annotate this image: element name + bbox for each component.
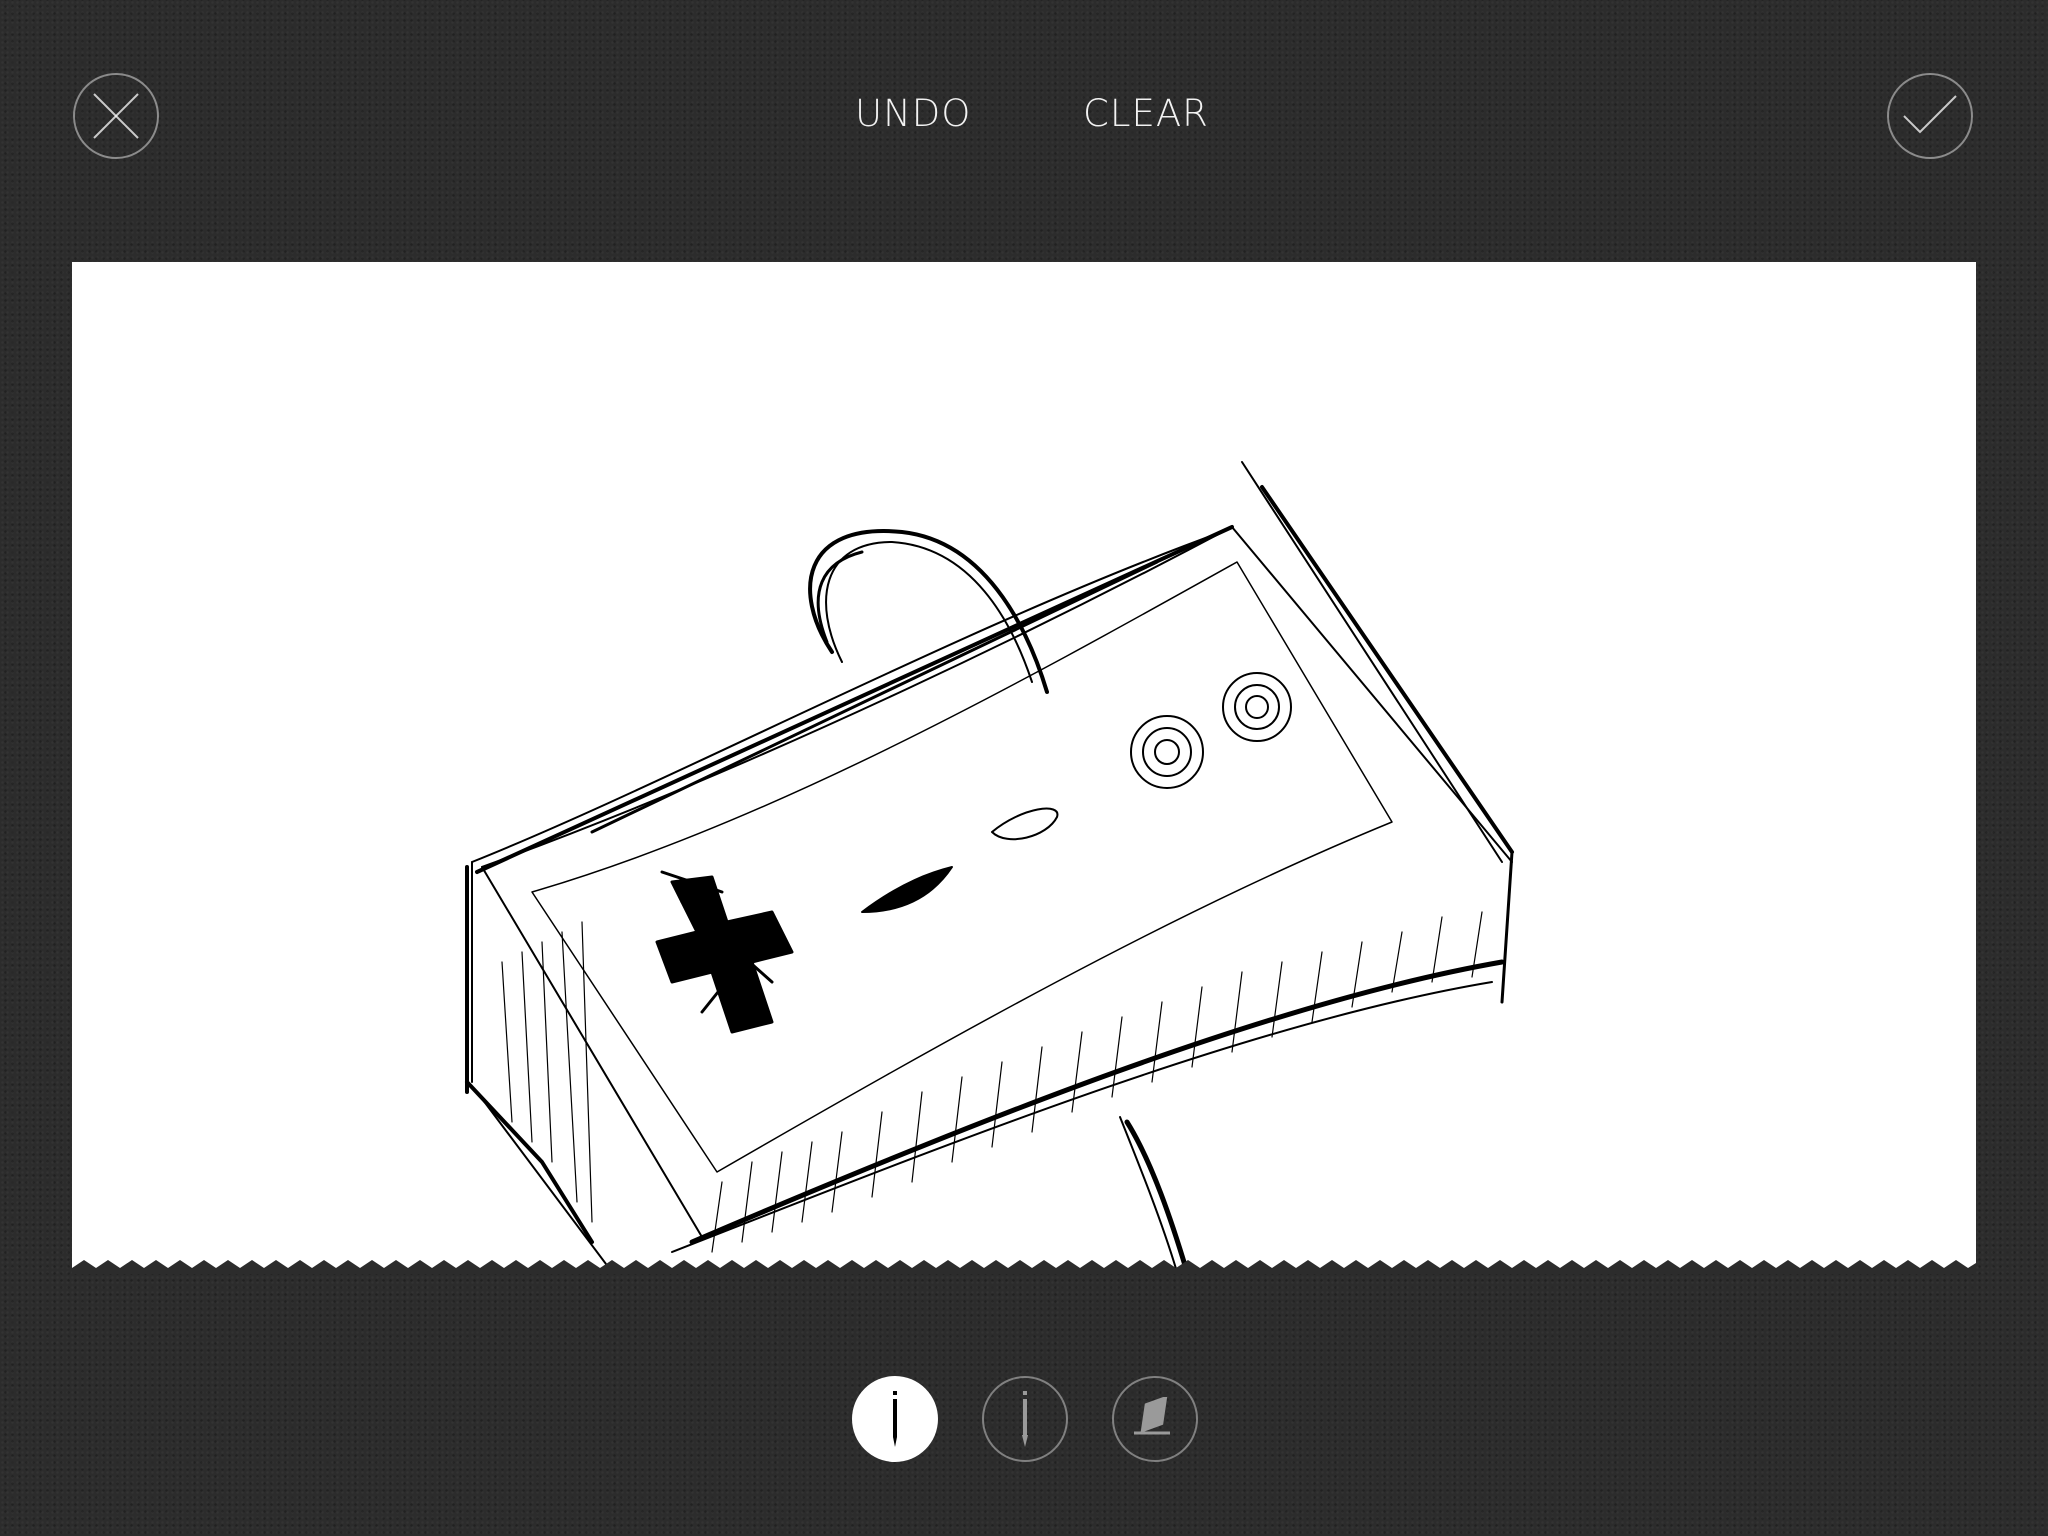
undo-button[interactable]: UNDO — [855, 92, 971, 135]
sketch-drawing — [465, 461, 1514, 1272]
eraser-icon — [1134, 1397, 1170, 1435]
paper-torn-edge — [72, 1260, 1976, 1274]
drawing-canvas[interactable] — [72, 262, 1976, 1272]
eraser-tool-button[interactable] — [1112, 1376, 1198, 1462]
pen-tool-button[interactable] — [852, 1376, 938, 1462]
pen-icon — [893, 1391, 897, 1447]
pencil-icon — [1022, 1391, 1028, 1447]
close-x-icon — [93, 93, 139, 139]
pencil-tool-button[interactable] — [982, 1376, 1068, 1462]
done-button[interactable] — [1887, 73, 1973, 159]
clear-button[interactable]: CLEAR — [1083, 92, 1209, 135]
close-button[interactable] — [73, 73, 159, 159]
checkmark-icon — [1903, 95, 1957, 134]
